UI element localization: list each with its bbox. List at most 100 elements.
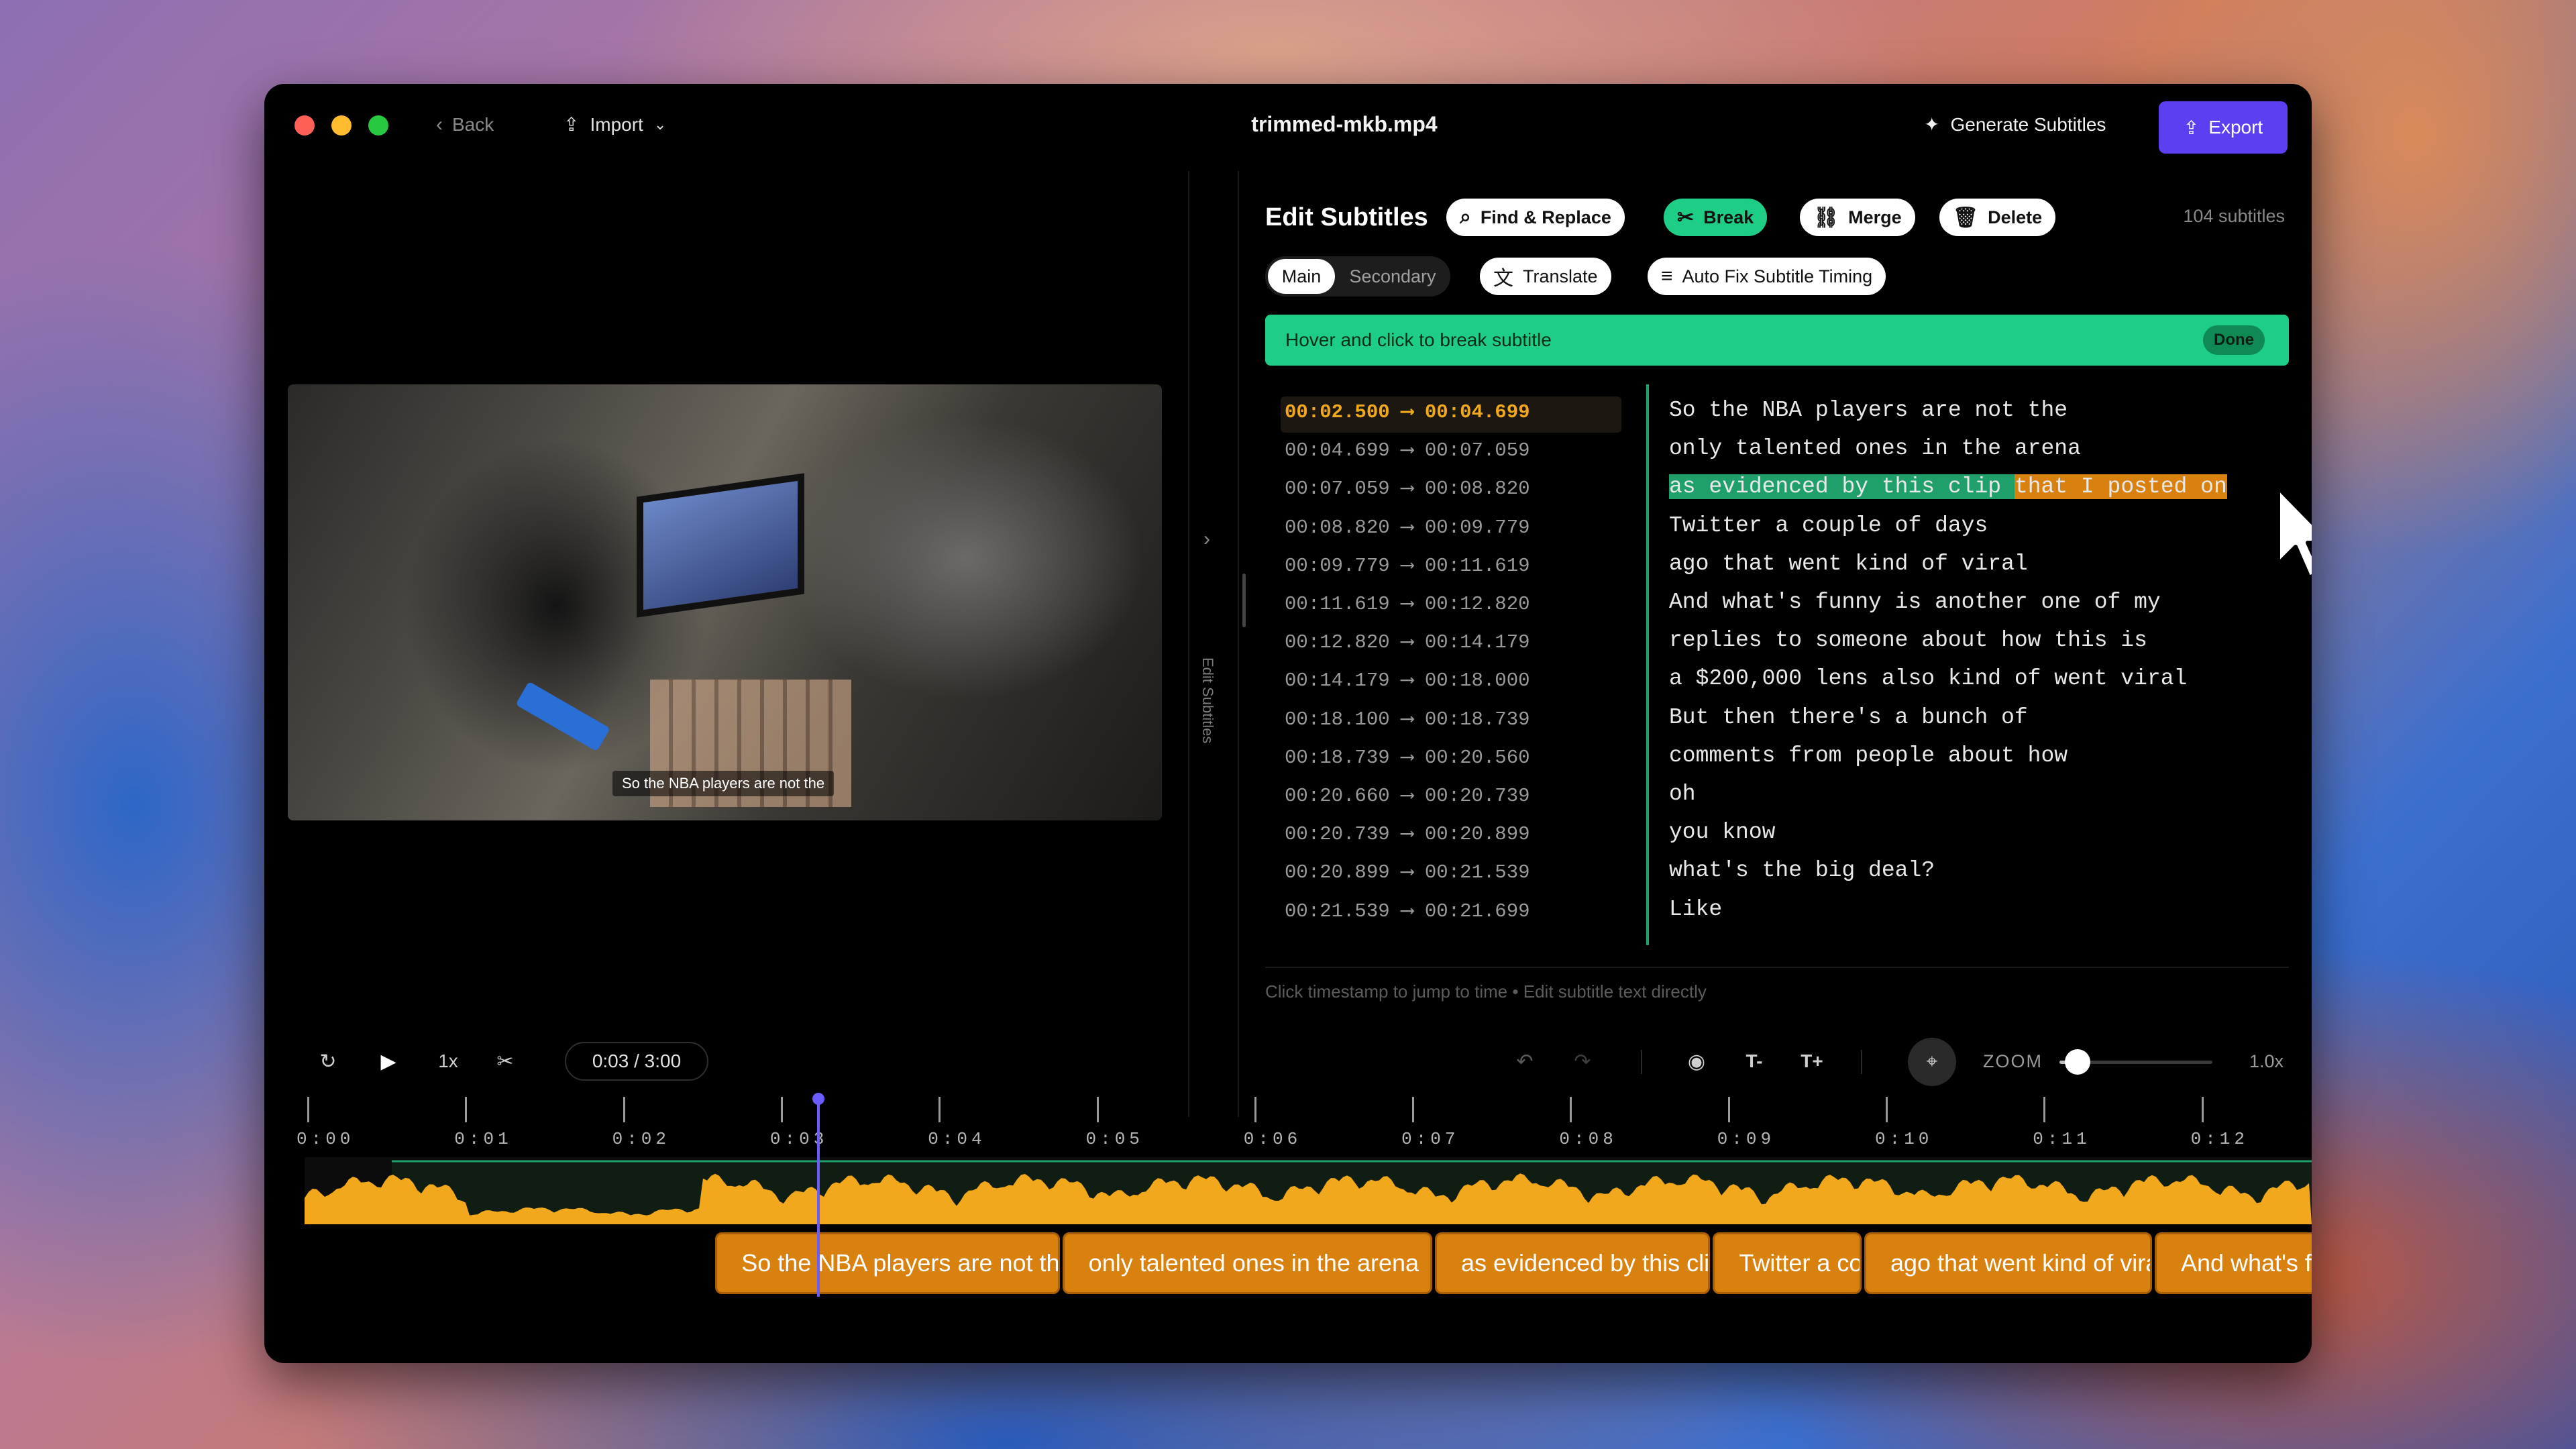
subtitle-chip[interactable]: Twitter a couple of days <box>1713 1232 1862 1294</box>
zoom-slider[interactable] <box>2059 1049 2212 1075</box>
subtitle-text[interactable]: as evidenced by this clip that I posted … <box>1669 474 2227 500</box>
subtitle-text[interactable]: And what's funny is another one of my <box>1669 590 2161 614</box>
break-segment-after[interactable]: that I posted on <box>2014 474 2227 500</box>
export-button[interactable]: ⇪ Export <box>2159 101 2288 154</box>
zoom-window-button[interactable] <box>368 115 388 136</box>
subtitle-timestamp[interactable]: 00:08.820 ⟶ 00:09.779 <box>1285 515 1530 539</box>
file-title: trimmed-mkb.mp4 <box>1251 112 1438 136</box>
ruler-tick <box>780 1097 783 1122</box>
subtitle-timestamp[interactable]: 00:07.059 ⟶ 00:08.820 <box>1285 476 1530 500</box>
subtitle-chip[interactable]: And what's funny <box>2154 1232 2312 1294</box>
subtitle-track: So the NBA players are not the only talen… <box>264 1232 2312 1299</box>
subtitle-text[interactable]: you know <box>1669 820 1775 845</box>
upload-icon: ⇪ <box>564 114 580 135</box>
subtitle-chip[interactable]: ago that went kind of viral <box>1864 1232 2152 1294</box>
time-display: 0:03 / 3:00 <box>565 1042 708 1081</box>
play-icon[interactable]: ▶ <box>372 1044 405 1078</box>
ruler-label: 0:09 <box>1717 1129 1776 1149</box>
break-segment-before[interactable]: as evidenced by this clip <box>1669 474 2015 500</box>
subtitle-timestamp[interactable]: 00:20.899 ⟶ 00:21.539 <box>1285 859 1530 883</box>
playhead[interactable] <box>812 1093 825 1297</box>
scissors-icon[interactable]: ✂ <box>488 1044 522 1078</box>
subtitle-count: 104 subtitles <box>2183 206 2285 226</box>
subtitle-text[interactable]: comments from people about how <box>1669 743 2068 768</box>
subtitle-timestamp[interactable]: 00:20.739 ⟶ 00:20.899 <box>1285 821 1530 845</box>
subtitle-timestamp[interactable]: 00:14.179 ⟶ 00:18.000 <box>1285 667 1530 692</box>
back-button[interactable]: ‹ Back <box>436 113 494 136</box>
edit-subtitles-tab[interactable]: Edit Subtitles <box>1199 657 1216 743</box>
break-mode-banner: Hover and click to break subtitle Done <box>1265 315 2289 366</box>
generate-subtitles-button[interactable]: ✦ Generate Subtitles <box>1924 113 2106 136</box>
subtitle-text[interactable]: only talented ones in the arena <box>1669 436 2081 461</box>
chevron-right-icon[interactable]: › <box>1203 528 1210 551</box>
subtitle-chip[interactable]: So the NBA players are not the <box>715 1232 1060 1294</box>
mouse-cursor-icon <box>2276 486 2312 580</box>
fit-timeline-icon[interactable]: ⌖ <box>1908 1038 1956 1086</box>
ruler-tick <box>1412 1097 1415 1122</box>
subtitle-text[interactable]: Like <box>1669 897 1722 922</box>
text-bigger-button[interactable]: T+ <box>1795 1044 1829 1078</box>
merge-button[interactable]: ⛓ Merge <box>1800 199 1915 236</box>
back-label: Back <box>452 114 494 135</box>
link-icon: ⛓ <box>1813 206 1839 229</box>
subtitle-text[interactable]: a $200,000 lens also kind of went viral <box>1669 666 2187 691</box>
editor-footer-hint: Click timestamp to jump to time • Edit s… <box>1265 981 1707 1002</box>
zoom-slider-handle[interactable] <box>2065 1049 2091 1075</box>
redo-icon[interactable]: ↷ <box>1566 1044 1599 1078</box>
delete-label: Delete <box>1988 207 2043 227</box>
generate-label: Generate Subtitles <box>1950 113 2106 135</box>
find-replace-button[interactable]: ⌕ Find & Replace <box>1446 199 1625 236</box>
export-icon: ⇪ <box>2183 117 2200 138</box>
resize-handle[interactable] <box>1242 574 1246 627</box>
subtitle-chip[interactable]: as evidenced by this clip <box>1434 1232 1711 1294</box>
subtitle-timestamp[interactable]: 00:04.699 ⟶ 00:07.059 <box>1285 437 1530 462</box>
translate-icon: 文 <box>1493 268 1513 290</box>
translate-button[interactable]: 文 Translate <box>1480 258 1611 295</box>
audio-waveform[interactable] <box>305 1157 2312 1224</box>
ruler-label: 0:11 <box>2033 1129 2091 1149</box>
close-window-button[interactable] <box>294 115 315 136</box>
subtitle-text[interactable]: Twitter a couple of days <box>1669 513 1988 538</box>
search-icon: ⌕ <box>1460 206 1471 228</box>
ruler-tick <box>465 1097 468 1122</box>
subtitle-timestamp[interactable]: 00:21.539 ⟶ 00:21.699 <box>1285 898 1530 922</box>
done-button[interactable]: Done <box>2203 325 2265 355</box>
video-preview[interactable]: So the NBA players are not the <box>288 384 1162 820</box>
import-button[interactable]: ⇪ Import ⌄ <box>564 113 666 136</box>
main-track-tab[interactable]: Main <box>1268 259 1335 294</box>
secondary-track-tab[interactable]: Secondary <box>1339 259 1446 294</box>
subtitle-text[interactable]: oh <box>1669 782 1696 806</box>
ruler-label: 0:12 <box>2190 1129 2249 1149</box>
subtitle-timestamp[interactable]: 00:12.820 ⟶ 00:14.179 <box>1285 629 1530 653</box>
break-button[interactable]: ✂ Break <box>1664 199 1768 236</box>
subtitle-timestamp[interactable]: 00:18.739 ⟶ 00:20.560 <box>1285 745 1530 769</box>
subtitle-timestamp[interactable]: 00:11.619 ⟶ 00:12.820 <box>1285 591 1530 615</box>
timeline-ruler[interactable]: 0:00 0:01 0:02 0:03 0:04 0:05 0:06 0:07 0:08 0:09… <box>264 1097 2312 1157</box>
ruler-tick <box>1096 1097 1099 1122</box>
eye-icon[interactable]: ◉ <box>1680 1044 1713 1078</box>
minimize-window-button[interactable] <box>331 115 352 136</box>
ruler-label: 0:10 <box>1875 1129 1933 1149</box>
subtitle-text[interactable]: what's the big deal? <box>1669 858 1935 883</box>
subtitle-timestamp[interactable]: 00:09.779 ⟶ 00:11.619 <box>1285 553 1530 577</box>
text-smaller-button[interactable]: T- <box>1737 1044 1771 1078</box>
ruler-label: 0:05 <box>1085 1129 1144 1149</box>
subtitle-timestamp[interactable]: 00:02.500 ⟶ 00:04.699 <box>1285 399 1530 423</box>
auto-fix-timing-button[interactable]: ≡ Auto Fix Subtitle Timing <box>1648 258 1886 295</box>
subtitle-timestamp[interactable]: 00:18.100 ⟶ 00:18.739 <box>1285 706 1530 731</box>
subtitle-text[interactable]: So the NBA players are not the <box>1669 398 2068 423</box>
loop-icon[interactable]: ↻ <box>311 1044 345 1078</box>
merge-label: Merge <box>1848 207 1902 227</box>
ruler-label: 0:04 <box>928 1129 986 1149</box>
subtitle-text[interactable]: But then there's a bunch of <box>1669 705 2028 730</box>
speed-button[interactable]: 1x <box>428 1044 468 1078</box>
panel-divider <box>1188 171 1189 1117</box>
trash-icon: 🗑 <box>1953 206 1979 229</box>
subtitle-chip[interactable]: only talented ones in the arena <box>1062 1232 1432 1294</box>
subtitle-text[interactable]: replies to someone about how this is <box>1669 628 2147 653</box>
subtitle-timestamp[interactable]: 00:20.660 ⟶ 00:20.739 <box>1285 783 1530 807</box>
delete-button[interactable]: 🗑 Delete <box>1939 199 2056 236</box>
undo-icon[interactable]: ↶ <box>1508 1044 1542 1078</box>
subtitle-text[interactable]: ago that went kind of viral <box>1669 551 2028 576</box>
autofix-label: Auto Fix Subtitle Timing <box>1682 266 1873 286</box>
